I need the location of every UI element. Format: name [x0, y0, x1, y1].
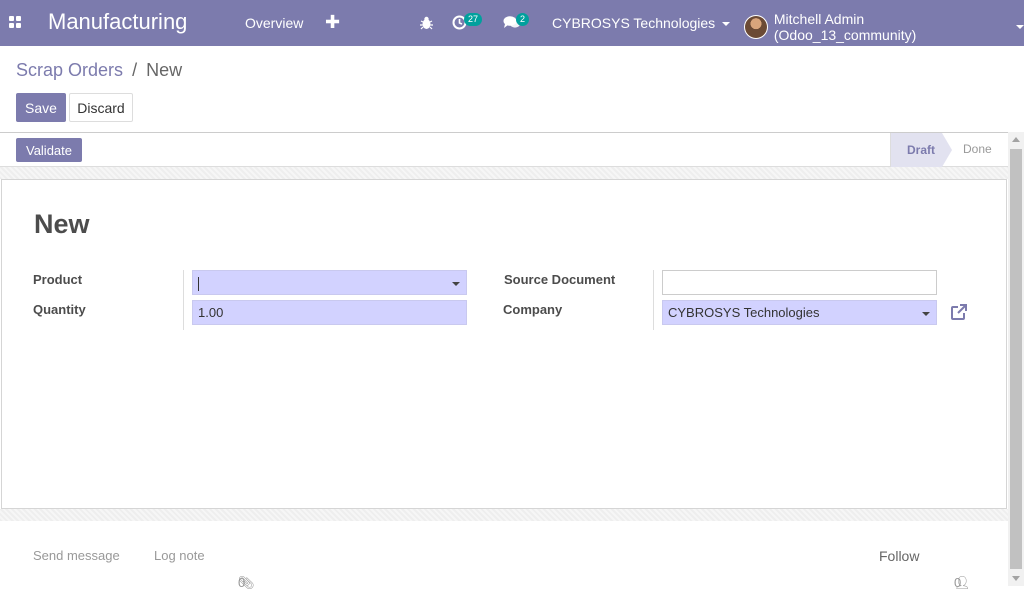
- external-link-icon[interactable]: [949, 302, 969, 322]
- scroll-down-icon[interactable]: [1012, 576, 1020, 581]
- company-select[interactable]: CYBROSYS Technologies: [662, 300, 937, 325]
- log-note-button[interactable]: Log note: [154, 548, 205, 563]
- sheet-background: [0, 509, 1008, 521]
- breadcrumb: Scrap Orders / New: [16, 60, 182, 81]
- chevron-down-icon: [922, 312, 930, 316]
- validate-button[interactable]: Validate: [16, 138, 82, 162]
- source-document-input[interactable]: [662, 270, 937, 295]
- app-title[interactable]: Manufacturing: [48, 9, 187, 35]
- activity-count-badge: 27: [464, 13, 483, 26]
- product-label: Product: [33, 272, 83, 287]
- breadcrumb-separator: /: [132, 60, 138, 80]
- stage-done[interactable]: Done: [963, 142, 992, 156]
- user-menu[interactable]: Mitchell Admin (Odoo_13_community): [744, 11, 1024, 43]
- user-name: Mitchell Admin (Odoo_13_community): [773, 11, 917, 43]
- discard-button[interactable]: Discard: [69, 93, 133, 122]
- breadcrumb-scrap-orders[interactable]: Scrap Orders: [16, 60, 123, 80]
- quantity-label: Quantity: [33, 302, 86, 317]
- company-label: Company: [503, 302, 563, 317]
- chevron-down-icon: [1016, 25, 1024, 29]
- menu-overview[interactable]: Overview: [245, 15, 303, 31]
- message-count-badge: 2: [516, 13, 530, 26]
- plus-icon[interactable]: ✚: [325, 12, 340, 33]
- scroll-up-icon[interactable]: [1012, 137, 1020, 142]
- company-switcher-label: CYBROSYS Technologies: [552, 15, 716, 31]
- record-title: New: [34, 209, 90, 239]
- breadcrumb-current: New: [146, 60, 183, 80]
- bug-icon[interactable]: [420, 16, 433, 30]
- stage-draft[interactable]: Draft: [890, 133, 952, 167]
- send-message-button[interactable]: Send message: [33, 548, 120, 563]
- form-sheet: New Product Quantity 1.00 Source Documen…: [1, 179, 1007, 509]
- quantity-input[interactable]: 1.00: [192, 300, 467, 325]
- product-select[interactable]: [192, 270, 467, 295]
- sheet-background: [0, 167, 1008, 179]
- text-cursor: [198, 276, 199, 291]
- form-statusbar: Validate Draft Done: [0, 132, 1008, 167]
- company-value: CYBROSYS Technologies: [668, 305, 820, 320]
- chatter: Send message Log note 📎︎ 0 Follow 👤︎ 0: [0, 521, 1008, 590]
- source-document-label: Source Document: [504, 272, 616, 287]
- save-button[interactable]: Save: [16, 93, 66, 122]
- company-switcher[interactable]: CYBROSYS Technologies: [552, 15, 731, 31]
- field-divider: [653, 270, 654, 330]
- quantity-value: 1.00: [198, 305, 224, 320]
- scrollbar[interactable]: [1008, 132, 1024, 586]
- apps-menu-icon[interactable]: [9, 16, 22, 29]
- scrollbar-thumb[interactable]: [1010, 149, 1022, 569]
- chevron-down-icon: [722, 22, 731, 27]
- follow-button[interactable]: Follow: [879, 548, 919, 564]
- top-navbar: Manufacturing Overview ✚ 27 2 CYBROSYS T…: [0, 0, 1024, 46]
- chevron-down-icon: [452, 282, 460, 286]
- avatar: [744, 15, 768, 39]
- attachments-count: 0: [238, 575, 246, 590]
- field-divider: [183, 270, 184, 330]
- followers-count: 0: [954, 575, 962, 590]
